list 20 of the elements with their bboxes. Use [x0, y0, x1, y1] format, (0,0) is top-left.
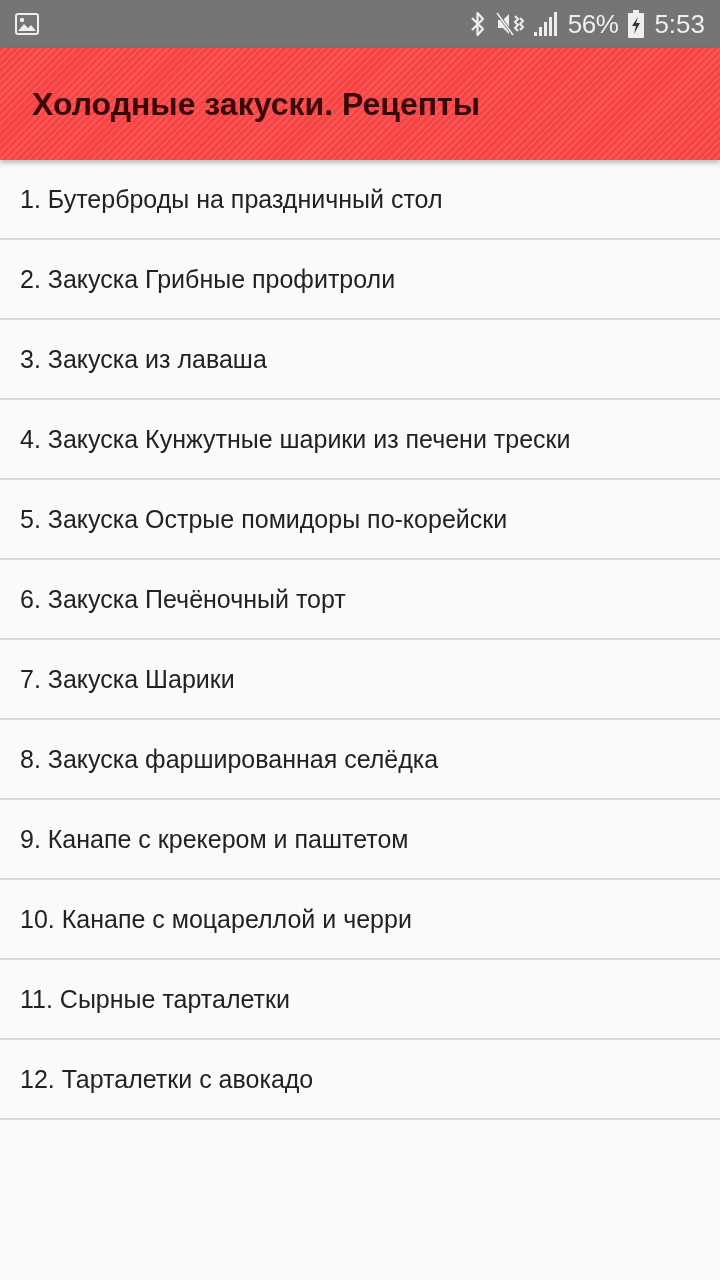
signal-icon	[533, 12, 558, 36]
recipe-list-item[interactable]: 7. Закуска Шарики	[0, 640, 720, 720]
battery-charging-icon	[628, 10, 645, 38]
app-title: Холодные закуски. Рецепты	[32, 88, 481, 120]
recipe-list-item[interactable]: 11. Сырные тарталетки	[0, 960, 720, 1040]
recipe-list-item[interactable]: 6. Закуска Печёночный торт	[0, 560, 720, 640]
mute-vibrate-icon	[495, 11, 524, 37]
recipe-list-item[interactable]: 10. Канапе с моцареллой и черри	[0, 880, 720, 960]
recipe-list-item[interactable]: 9. Канапе с крекером и паштетом	[0, 800, 720, 880]
recipe-list-item[interactable]: 3. Закуска из лаваша	[0, 320, 720, 400]
recipe-list-item[interactable]: 2. Закуска Грибные профитроли	[0, 240, 720, 320]
recipe-list-item[interactable]: 12. Тарталетки с авокадо	[0, 1040, 720, 1120]
recipe-list-item[interactable]: 1. Бутерброды на праздничный стол	[0, 160, 720, 240]
clock-time: 5:53	[654, 11, 705, 37]
recipe-list-item[interactable]: 8. Закуска фаршированная селёдка	[0, 720, 720, 800]
recipe-list-item[interactable]: 5. Закуска Острые помидоры по-корейски	[0, 480, 720, 560]
recipe-list-item[interactable]: 4. Закуска Кунжутные шарики из печени трески	[0, 400, 720, 480]
battery-percent: 56%	[567, 11, 619, 37]
image-icon	[15, 13, 39, 35]
bluetooth-icon	[469, 11, 486, 37]
